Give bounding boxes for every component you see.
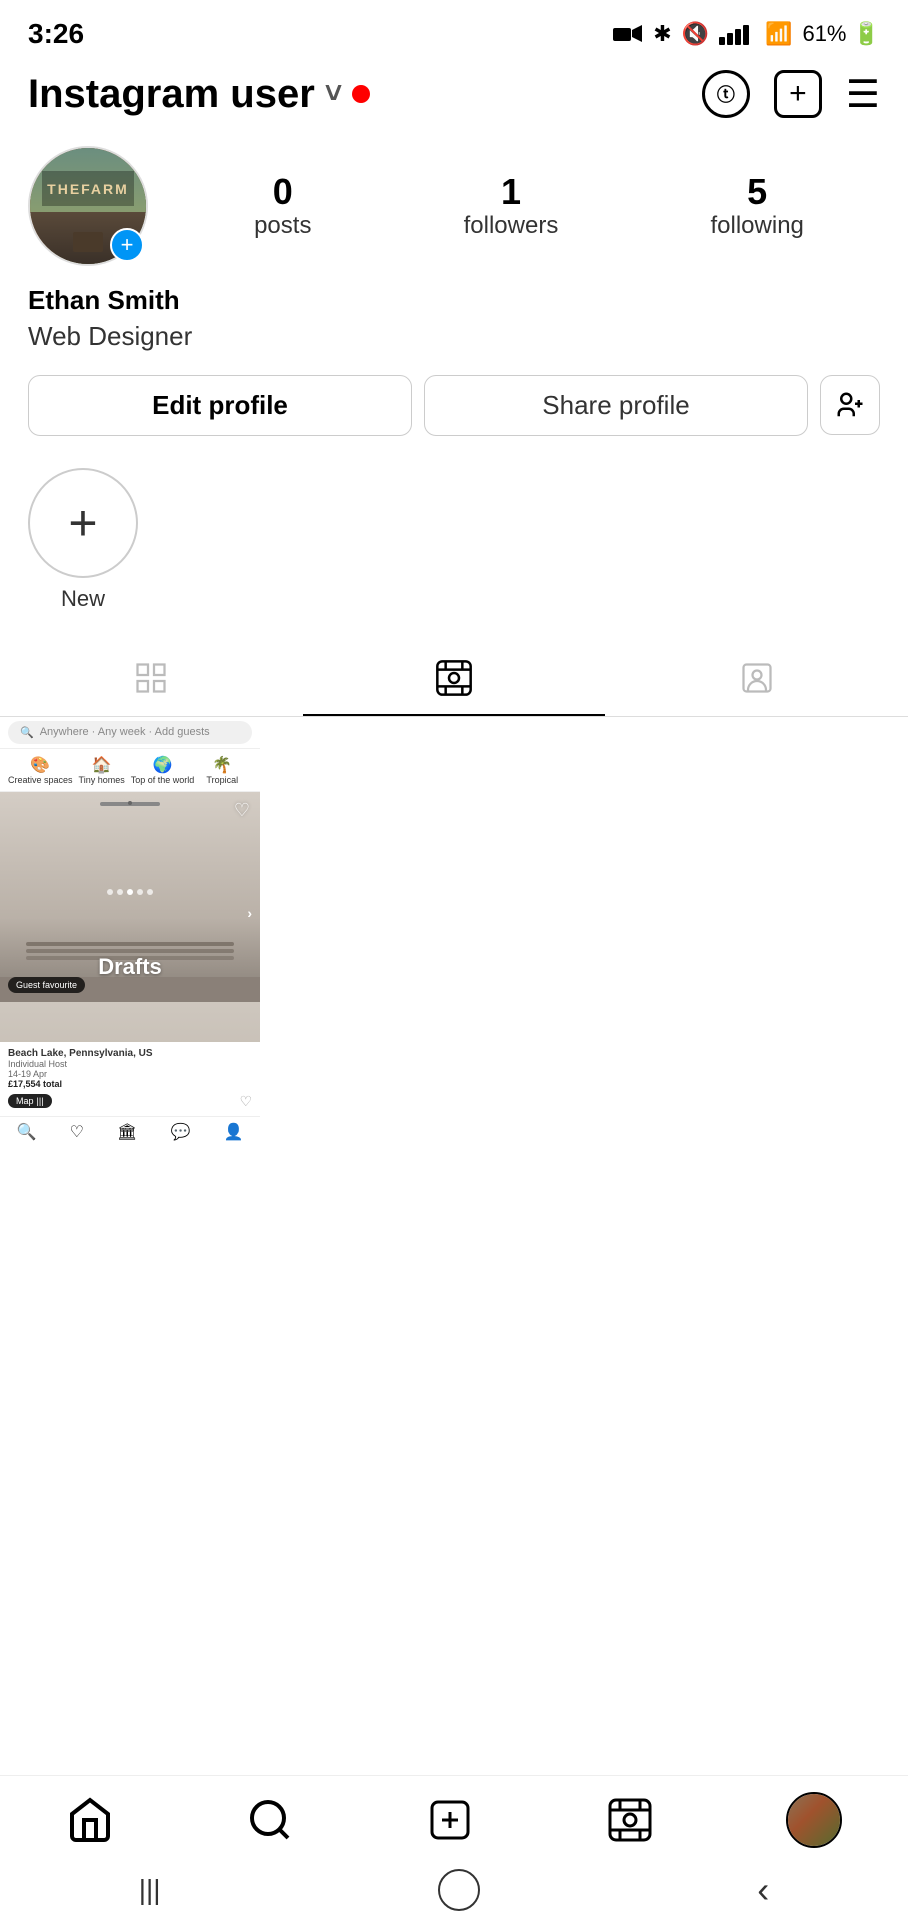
wifi-icon: 📶 [765,21,792,47]
highlights-section: + New [0,456,908,632]
bottom-nav [0,1775,908,1860]
home-nav-button[interactable] [66,1796,114,1844]
tagged-icon [739,660,775,696]
profile-buttons: Edit profile Share profile [28,375,880,436]
tab-grid[interactable] [0,640,303,716]
profile-section: THEFARM + 0 posts 1 followers [0,134,908,456]
add-story-button[interactable]: + [110,228,144,262]
notification-dot [352,85,370,103]
listing-title: Beach Lake, Pennsylvania, US [8,1048,252,1059]
new-label: New [61,586,105,612]
home-nav-icon [66,1796,114,1844]
new-story-button[interactable]: + [28,468,138,578]
draft-card-preview: 🔍 Anywhere · Any week · Add guests 🎨 Cre… [0,717,260,1147]
fake-inbox-icon: 💬 [170,1122,190,1142]
header: Instagram user ˅ ⓣ + ☰ [0,62,908,134]
profile-bio: Web Designer [28,318,880,354]
avatar-wrapper: THEFARM + [28,146,148,266]
signal-icon [719,23,755,45]
add-person-icon [835,390,865,420]
add-post-button[interactable]: + [774,70,822,118]
profile-nav-avatar [786,1792,842,1848]
followers-count: 1 [501,172,521,212]
threads-button[interactable]: ⓣ [702,70,750,118]
battery-text: 61% 🔋 [802,21,880,47]
profile-top: THEFARM + 0 posts 1 followers [28,146,880,266]
new-highlight[interactable]: + New [28,468,138,612]
posts-label: posts [254,212,311,240]
search-nav-icon [246,1796,294,1844]
status-time: 3:26 [28,18,84,50]
bluetooth-icon: ✱ [653,21,671,47]
profile-name: Ethan Smith [28,282,880,318]
card-heart-icon[interactable]: ♡ [239,1093,252,1110]
posts-count: 0 [273,172,293,212]
following-count: 5 [747,172,767,212]
back-button[interactable]: ‹ [757,1869,769,1911]
posts-stat[interactable]: 0 posts [254,172,311,240]
followers-stat[interactable]: 1 followers [464,172,559,240]
map-button[interactable]: Map ||| [8,1094,52,1108]
followers-label: followers [464,212,559,240]
following-label: following [711,212,804,240]
recents-button[interactable]: ||| [139,1874,161,1906]
following-stat[interactable]: 5 following [711,172,804,240]
share-profile-button[interactable]: Share profile [424,375,808,436]
search-nav-button[interactable] [246,1796,294,1844]
add-square-icon: + [789,77,807,111]
draft-card[interactable]: 🔍 Anywhere · Any week · Add guests 🎨 Cre… [0,717,260,1147]
home-button[interactable] [438,1869,480,1911]
tabs-section [0,640,908,717]
empty-content-right [260,717,908,1147]
video-icon [613,23,643,45]
plus-icon: + [121,234,134,256]
fake-heart-nav-icon: ♡ [70,1122,84,1142]
reels-nav-button[interactable] [606,1796,654,1844]
add-nav-icon [426,1796,474,1844]
add-person-button[interactable] [820,375,880,435]
guest-favourite-badge: Guest favourite [8,977,85,993]
system-nav: ||| ‹ [0,1860,908,1920]
grid-icon [133,660,169,696]
next-arrow-icon[interactable]: › [247,905,252,921]
stats-row: 0 posts 1 followers 5 following [178,172,880,240]
status-icons: ✱ 🔇 📶 61% 🔋 [613,21,880,47]
profile-nav-button[interactable] [786,1792,842,1848]
fake-trips-icon: 🏛 [117,1122,137,1142]
listing-host: Individual Host [8,1059,252,1069]
status-bar: 3:26 ✱ 🔇 📶 61% 🔋 [0,0,908,62]
header-actions: ⓣ + ☰ [702,70,880,118]
reels-tab-icon [434,658,474,698]
listing-price: £17,554 total [8,1079,252,1089]
username-section[interactable]: Instagram user ˅ [28,72,370,117]
reels-nav-icon [606,1796,654,1844]
tab-tagged[interactable] [605,640,908,716]
new-story-plus-icon: + [68,494,97,552]
drafts-label: Drafts [0,954,260,980]
mute-icon: 🔇 [682,21,709,47]
threads-icon: ⓣ [717,81,735,107]
add-nav-button[interactable] [426,1796,474,1844]
listing-dates: 14-19 Apr [8,1069,252,1079]
edit-profile-button[interactable]: Edit profile [28,375,412,436]
hamburger-menu-button[interactable]: ☰ [846,72,880,117]
tab-reels[interactable] [303,640,606,716]
dropdown-arrow-icon[interactable]: ˅ [325,77,343,111]
content-area: 🔍 Anywhere · Any week · Add guests 🎨 Cre… [0,717,908,1147]
username-text: Instagram user [28,72,315,117]
fake-profile-icon: 👤 [223,1122,243,1142]
hamburger-icon: ☰ [846,74,880,116]
favourite-heart-icon[interactable]: ♡ [234,800,250,821]
fake-home-icon: 🔍 [17,1122,37,1142]
